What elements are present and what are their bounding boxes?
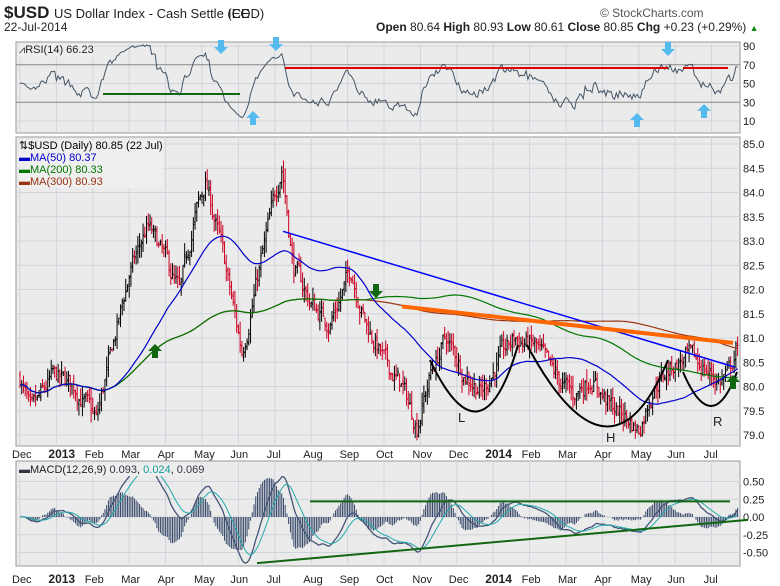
month-label: 2014	[485, 447, 512, 461]
macd-legend: ▬MACD(12,26,9) 0.093, 0.024, 0.069	[19, 464, 205, 476]
month-label: 2014	[485, 572, 512, 586]
month-label: Sep	[340, 574, 360, 586]
rsi-ytick: 30	[743, 97, 755, 109]
month-label: Sep	[340, 449, 360, 461]
price-ytick: 81.5	[743, 309, 764, 321]
month-label: Dec	[449, 449, 469, 461]
price-ytick: 84.0	[743, 188, 764, 200]
price-ytick: 82.5	[743, 260, 764, 272]
month-label: May	[631, 449, 652, 461]
month-label: Feb	[85, 574, 104, 586]
price-ytick: 83.0	[743, 236, 764, 248]
month-label: Feb	[85, 449, 104, 461]
month-label: Apr	[594, 574, 611, 586]
price-ytick: 79.5	[743, 406, 764, 418]
macd-panel	[15, 460, 741, 567]
month-label: Jul	[267, 574, 281, 586]
month-label: Aug	[303, 449, 323, 461]
pattern-label-H: H	[606, 430, 615, 445]
month-label: Dec	[449, 574, 469, 586]
month-label: Feb	[522, 449, 541, 461]
price-ytick: 80.5	[743, 357, 764, 369]
month-label: May	[194, 574, 215, 586]
month-label: Jun	[667, 449, 685, 461]
legend-ma50: ▬MA(50) 80.37	[19, 152, 97, 164]
macd-ytick: 0.25	[743, 494, 764, 506]
rsi-ytick: 10	[743, 116, 755, 128]
macd-ytick: -0.25	[743, 530, 768, 542]
macd-ytick: 0.50	[743, 477, 764, 489]
price-ytick: 83.5	[743, 212, 764, 224]
price-ytick: 79.0	[743, 430, 764, 442]
rsi-legend: ⩘RSI(14) 66.23	[19, 44, 94, 57]
rsi-ytick: 70	[743, 60, 755, 72]
month-label: Nov	[412, 449, 432, 461]
month-label: Oct	[376, 574, 393, 586]
price-ytick: 85.0	[743, 139, 764, 151]
month-label: Apr	[594, 449, 611, 461]
month-label: Mar	[121, 574, 140, 586]
month-label: Dec	[12, 574, 32, 586]
price-ytick: 80.0	[743, 382, 764, 394]
month-label: Feb	[522, 574, 541, 586]
month-label: 2013	[48, 447, 75, 461]
macd-ytick: -0.50	[743, 548, 768, 560]
rsi-ytick: 90	[743, 41, 755, 53]
price-legend-title: ⇅$USD (Daily) 80.85 (22 Jul)	[19, 140, 163, 152]
month-label: Mar	[558, 574, 577, 586]
month-label: Apr	[158, 449, 175, 461]
month-label: Oct	[376, 449, 393, 461]
month-label: Jun	[667, 574, 685, 586]
month-label: Jul	[704, 449, 718, 461]
month-label: Jul	[704, 574, 718, 586]
month-label: 2013	[48, 572, 75, 586]
month-label: May	[194, 449, 215, 461]
rsi-ytick: 50	[743, 79, 755, 91]
price-ytick: 82.0	[743, 285, 764, 297]
legend-ma200: ▬MA(200) 80.33	[19, 164, 103, 176]
month-label: Jun	[230, 574, 248, 586]
price-ytick: 84.5	[743, 163, 764, 175]
month-label: May	[631, 574, 652, 586]
month-label: Nov	[412, 574, 432, 586]
month-label: Dec	[12, 449, 32, 461]
stock-chart: $USD US Dollar Index - Cash Settle (EOD)…	[0, 0, 780, 586]
pattern-label-L: L	[458, 410, 465, 425]
month-label: Mar	[121, 449, 140, 461]
price-ytick: 81.0	[743, 333, 764, 345]
legend-ma300: ▬MA(300) 80.93	[19, 176, 103, 188]
month-label: Mar	[558, 449, 577, 461]
month-label: Aug	[303, 574, 323, 586]
macd-ytick: 0.00	[743, 512, 764, 524]
chart-canvas: 90 70 50 30 10 85.0 84.5 84.0 83.5 83.0 82.5 82.0 81…	[12, 37, 768, 586]
month-label: Jun	[230, 449, 248, 461]
pattern-label-R: R	[713, 414, 722, 429]
price-legend: ⇅$USD (Daily) 80.85 (22 Jul) ▬MA(50) 80.…	[19, 140, 163, 188]
month-label: Jul	[267, 449, 281, 461]
month-label: Apr	[158, 574, 175, 586]
